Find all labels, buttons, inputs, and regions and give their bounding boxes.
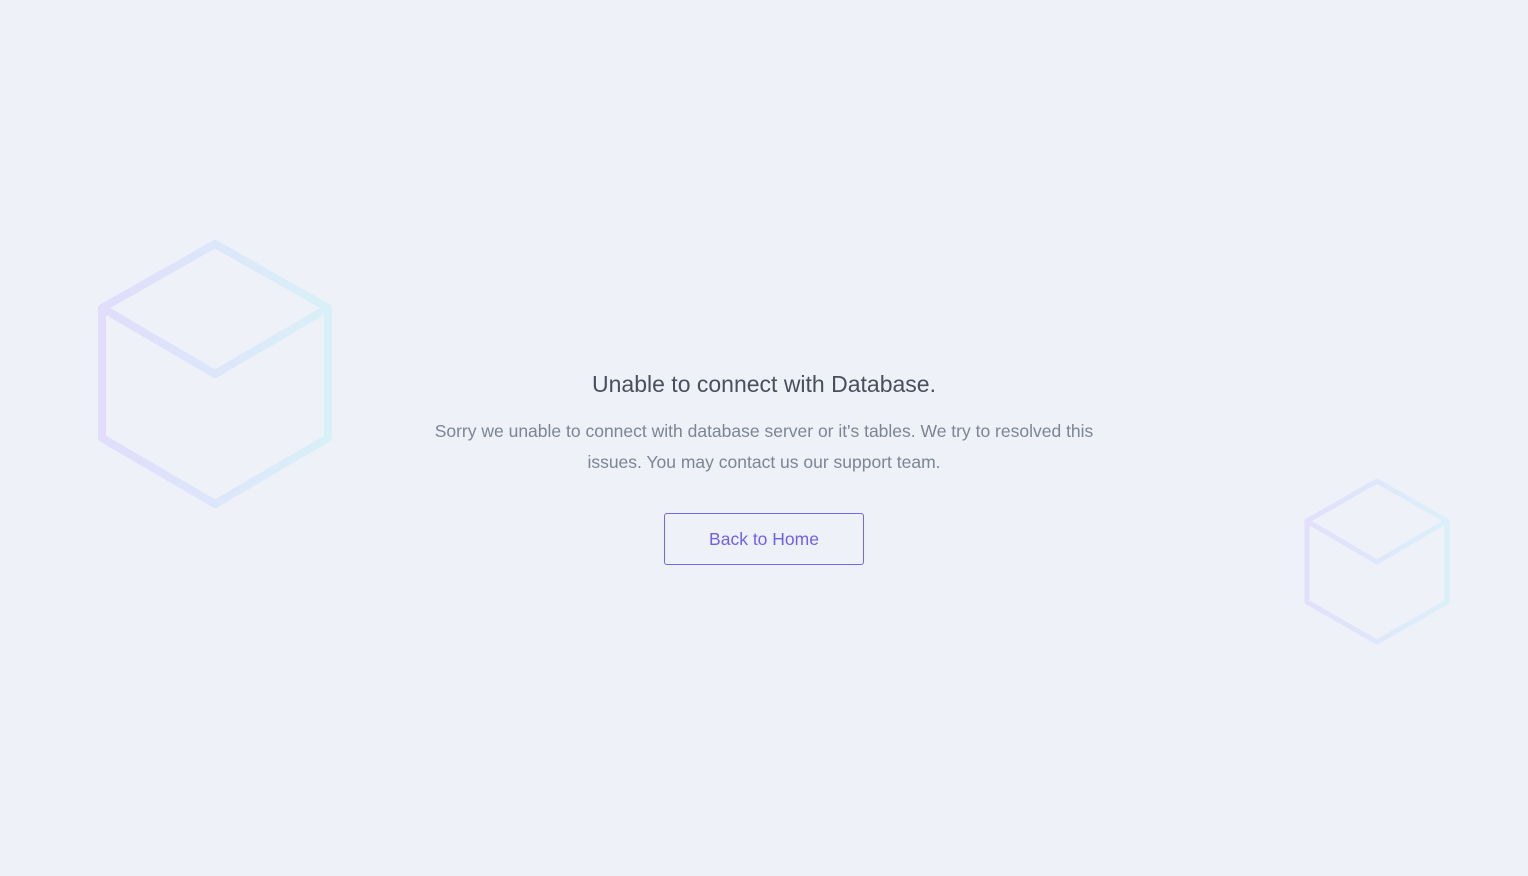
error-page: Unable to connect with Database. Sorry w… [0,0,1528,876]
back-to-home-button[interactable]: Back to Home [664,513,864,565]
error-title: Unable to connect with Database. [592,371,936,397]
error-content: Unable to connect with Database. Sorry w… [0,366,1528,565]
error-message: Sorry we unable to connect with database… [434,421,1094,472]
